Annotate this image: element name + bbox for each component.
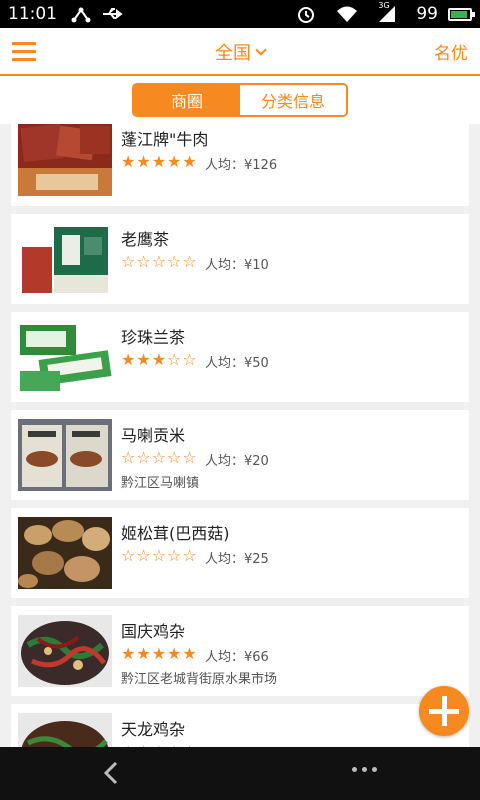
item-address: 黔江区马喇镇	[121, 476, 200, 491]
share-icon	[71, 5, 91, 23]
tab-category-info[interactable]: 分类信息	[240, 85, 346, 115]
item-name: 国庆鸡杂	[121, 622, 186, 641]
product-image	[18, 321, 112, 393]
star-empty-icon: ☆	[121, 448, 136, 467]
star-filled-icon: ★	[167, 644, 182, 663]
item-name: 珍珠兰茶	[121, 328, 186, 347]
tab-business-district[interactable]: 商圈	[134, 85, 240, 115]
star-empty-icon: ☆	[182, 448, 197, 467]
star-filled-icon: ★	[167, 152, 182, 171]
list-item[interactable]: 珍珠兰茶 ★ ★ ★ ☆ ☆ 人均：¥50	[11, 312, 469, 402]
star-empty-icon: ☆	[167, 350, 182, 369]
star-filled-icon: ★	[136, 644, 151, 663]
star-filled-icon: ★	[136, 152, 151, 171]
app-header: 全国 名优	[0, 28, 480, 76]
item-name: 天龙鸡杂	[121, 720, 186, 739]
famous-button[interactable]: 名优	[434, 39, 480, 64]
star-empty-icon: ☆	[167, 448, 182, 467]
star-empty-icon: ☆	[167, 252, 182, 271]
star-filled-icon: ★	[182, 644, 197, 663]
item-address: 黔江区老城背街原水果市场	[121, 672, 278, 687]
merchant-list: 蓬江牌"牛肉 ★ ★ ★ ★ ★ 人均：¥126 老鹰茶 ☆ ☆ ☆ ☆ ☆ 人均：¥10	[0, 124, 480, 747]
back-icon	[103, 761, 118, 785]
item-price: 人均：¥50	[205, 356, 269, 371]
status-bar: 11:01 3G 99	[0, 0, 480, 28]
star-empty-icon: ☆	[136, 252, 151, 271]
star-filled-icon: ★	[151, 350, 167, 369]
list-item[interactable]: 国庆鸡杂 ★ ★ ★ ★ ★ 人均：¥66 黔江区老城背街原水果市场	[11, 606, 469, 696]
item-name: 姬松茸(巴西菇)	[121, 524, 230, 543]
star-filled-icon: ★	[151, 152, 167, 171]
product-image	[18, 713, 112, 747]
chevron-down-icon	[255, 44, 267, 56]
tab-bar: 商圈 分类信息	[0, 76, 480, 124]
rating-stars: ☆ ☆ ☆ ☆ ☆	[121, 548, 197, 564]
add-button[interactable]	[419, 686, 469, 736]
item-price: 人均：¥10	[205, 258, 269, 273]
item-name: 蓬江牌"牛肉	[121, 130, 209, 149]
list-item[interactable]: 马喇贡米 ☆ ☆ ☆ ☆ ☆ 人均：¥20 黔江区马喇镇	[11, 410, 469, 500]
rating-stars: ★★★★★	[121, 646, 197, 662]
star-empty-icon: ☆	[136, 546, 151, 565]
network-type: 3G	[378, 1, 390, 10]
star-empty-icon: ☆	[182, 546, 197, 565]
star-empty-icon: ☆	[151, 252, 167, 271]
city-area: 全国	[0, 28, 480, 76]
star-filled-icon: ★	[151, 644, 167, 663]
item-name: 老鹰茶	[121, 230, 170, 249]
segmented-control: 商圈 分类信息	[132, 83, 348, 117]
signal-icon: 3G	[378, 1, 396, 23]
back-button[interactable]	[100, 761, 124, 785]
product-image	[18, 124, 112, 196]
list-item[interactable]: 姬松茸(巴西菇) ☆ ☆ ☆ ☆ ☆ 人均：¥25	[11, 508, 469, 598]
rating-stars: ☆ ☆ ☆ ☆ ☆	[121, 254, 197, 270]
item-price: 人均：¥126	[205, 158, 278, 173]
city-selector[interactable]: 全国	[215, 39, 267, 65]
wifi-icon	[336, 5, 358, 23]
star-empty-icon: ☆	[182, 252, 197, 271]
item-name: 马喇贡米	[121, 426, 186, 445]
star-empty-icon: ☆	[151, 546, 167, 565]
menu-icon	[12, 41, 36, 45]
star-filled-icon: ★	[136, 350, 151, 369]
rating-stars: ★★★★★	[121, 154, 197, 170]
more-button[interactable]	[352, 767, 377, 772]
star-empty-icon: ☆	[121, 252, 136, 271]
star-empty-icon: ☆	[136, 448, 151, 467]
star-filled-icon: ★	[121, 350, 136, 369]
product-image	[18, 517, 112, 589]
item-price: 人均：¥66	[205, 650, 269, 665]
status-time: 11:01	[8, 4, 57, 24]
star-filled-icon: ★	[121, 644, 136, 663]
star-filled-icon: ★	[121, 152, 136, 171]
product-image	[18, 419, 112, 491]
item-price: 人均：¥25	[205, 552, 269, 567]
more-icon	[352, 767, 357, 772]
star-empty-icon: ☆	[182, 350, 197, 369]
item-price: 人均：¥20	[205, 454, 269, 469]
star-empty-icon: ☆	[121, 546, 136, 565]
product-image	[18, 615, 112, 687]
city-label: 全国	[215, 43, 251, 64]
list-item[interactable]: 老鹰茶 ☆ ☆ ☆ ☆ ☆ 人均：¥10	[11, 214, 469, 304]
navigation-bar	[0, 747, 480, 800]
menu-button[interactable]	[0, 27, 48, 75]
star-empty-icon: ☆	[167, 546, 182, 565]
battery-level: 99	[416, 4, 438, 24]
star-filled-icon: ★	[182, 152, 197, 171]
alarm-icon	[296, 4, 316, 24]
rating-stars: ★ ★ ★ ☆ ☆	[121, 352, 197, 368]
star-empty-icon: ☆	[151, 448, 167, 467]
battery-icon	[448, 7, 475, 21]
rating-stars: ☆ ☆ ☆ ☆ ☆	[121, 450, 197, 466]
usb-icon	[101, 6, 125, 22]
list-item[interactable]: 天龙鸡杂 ★★★★★	[11, 704, 469, 747]
product-image	[18, 223, 112, 295]
list-item[interactable]: 蓬江牌"牛肉 ★ ★ ★ ★ ★ 人均：¥126	[11, 124, 469, 206]
